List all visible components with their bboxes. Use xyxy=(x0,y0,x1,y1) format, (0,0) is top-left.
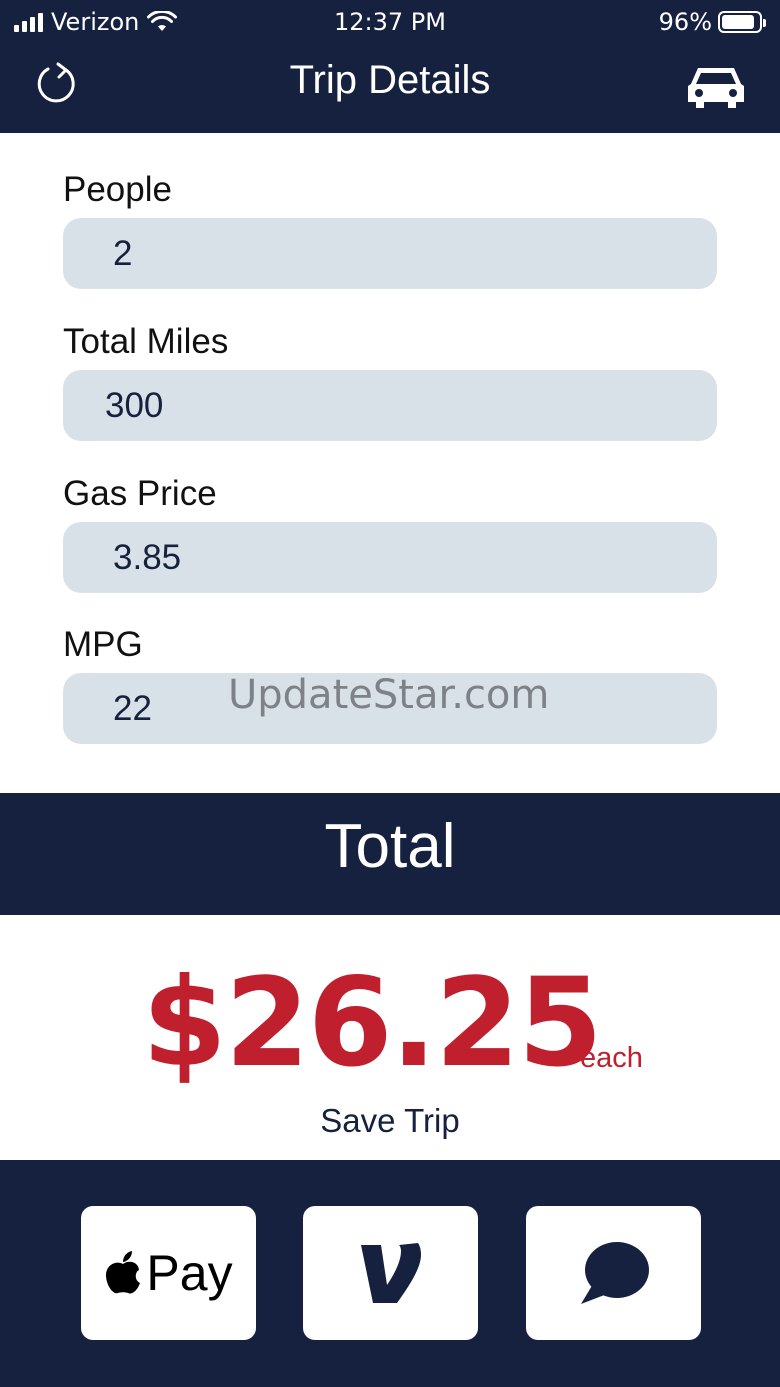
payment-footer: Pay xyxy=(0,1160,780,1387)
total-miles-label: Total Miles xyxy=(63,322,229,361)
page-title: Trip Details xyxy=(289,58,491,102)
battery-percent: 96% xyxy=(658,8,712,36)
status-right: 96% xyxy=(658,8,766,36)
battery-icon xyxy=(718,11,766,33)
venmo-button[interactable] xyxy=(303,1206,478,1340)
save-trip-button[interactable]: Save Trip xyxy=(0,1102,780,1140)
message-bubble-icon xyxy=(580,1242,649,1304)
apple-icon xyxy=(106,1251,141,1294)
mpg-label: MPG xyxy=(63,625,143,664)
people-label: People xyxy=(63,170,172,209)
message-button[interactable] xyxy=(526,1206,701,1340)
car-icon[interactable] xyxy=(686,64,746,110)
status-bar: Verizon 12:37 PM 96% xyxy=(0,0,780,44)
watermark: UpdateStar.com xyxy=(228,672,550,718)
apple-pay-label: Pay xyxy=(146,1245,233,1301)
app-header: Verizon 12:37 PM 96% Trip Details xyxy=(0,0,780,133)
amount-suffix: each xyxy=(580,1042,643,1074)
total-heading: Total xyxy=(324,812,456,881)
total-amount: $26.25 xyxy=(142,952,603,1094)
total-header: Total xyxy=(0,793,780,915)
gas-price-input[interactable] xyxy=(63,522,717,593)
people-input[interactable] xyxy=(63,218,717,289)
total-miles-input[interactable] xyxy=(63,370,717,441)
gas-price-label: Gas Price xyxy=(63,474,217,513)
venmo-icon xyxy=(360,1243,421,1303)
apple-pay-button[interactable]: Pay xyxy=(81,1206,256,1340)
